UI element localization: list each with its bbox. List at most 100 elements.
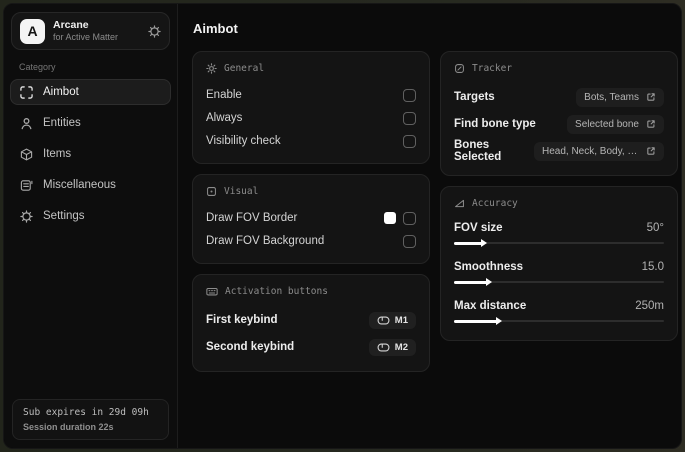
sub-expires-text: Sub expires in 29d 09h [23, 407, 149, 418]
second-keybind-button[interactable]: M2 [368, 338, 416, 356]
panel-title: General [224, 63, 265, 74]
page-title: Aimbot [193, 21, 238, 36]
setting-label: Bones Selected [454, 139, 502, 163]
setting-label: Draw FOV Border [206, 212, 298, 224]
general-panel-header: General [206, 63, 416, 74]
setting-row-draw-fov-background: Draw FOV Background [206, 230, 416, 252]
setting-label: Targets [454, 91, 495, 103]
sidebar: A Arcane for Active Matter Category Aimb… [4, 4, 178, 448]
sidebar-item-aimbot[interactable]: Aimbot [10, 79, 171, 105]
panel-title: Tracker [472, 63, 513, 74]
sidebar-item-entities[interactable]: Entities [10, 110, 171, 136]
app-logo: A [20, 18, 45, 44]
slider-value: 250m [635, 299, 664, 312]
tracker-row-targets: Targets Bots, Teams [454, 84, 664, 110]
setting-label: Max distance [454, 299, 527, 312]
keybind-value: M1 [394, 314, 408, 326]
targets-select[interactable]: Bots, Teams [576, 87, 664, 107]
app-subtitle: for Active Matter [53, 31, 119, 42]
select-value: Selected bone [575, 118, 639, 130]
left-column: General Enable Always Visibility check V… [192, 51, 430, 372]
setting-label: Enable [206, 89, 242, 101]
activation-panel-header: Activation buttons [206, 286, 416, 297]
mouse-icon [377, 316, 390, 325]
slider-thumb[interactable] [481, 239, 488, 247]
expand-icon [646, 146, 656, 156]
draw-fov-background-checkbox[interactable] [403, 234, 416, 248]
slider-row-smoothness: Smoothness 15.0 [454, 258, 664, 288]
draw-fov-border-checkbox[interactable] [403, 211, 416, 225]
keyboard-icon [206, 286, 218, 297]
tracker-row-find-bone-type: Find bone type Selected bone [454, 111, 664, 137]
setting-row-always: Always [206, 107, 416, 129]
keybind-row-second: Second keybind M2 [206, 334, 416, 360]
keybind-row-first: First keybind M1 [206, 307, 416, 333]
setting-label: Smoothness [454, 260, 524, 273]
person-icon [20, 117, 33, 130]
panel-title: Activation buttons [225, 286, 328, 297]
color-swatch[interactable] [384, 212, 396, 224]
setting-row-enable: Enable [206, 84, 416, 106]
slider-row-fov-size: FOV size 50° [454, 219, 664, 249]
setting-row-visibility-check: Visibility check [206, 130, 416, 152]
sidebar-item-label: Miscellaneous [43, 179, 116, 191]
accuracy-panel-header: Accuracy [454, 198, 664, 209]
slider-fill [454, 280, 488, 284]
slider-value: 15.0 [641, 260, 664, 273]
sun-icon [206, 63, 217, 74]
sidebar-item-label: Items [43, 148, 72, 160]
accuracy-panel: Accuracy FOV size 50° Smoothness 15.0 Ma… [440, 186, 678, 341]
main-content: Aimbot General Enable Always Visibility … [178, 4, 681, 448]
mouse-icon [377, 343, 390, 352]
sidebar-item-label: Aimbot [43, 86, 79, 98]
expand-icon [646, 92, 656, 102]
app-window: A Arcane for Active Matter Category Aimb… [3, 3, 682, 449]
select-value: Bots, Teams [584, 91, 639, 103]
setting-label: First keybind [206, 314, 278, 326]
visual-panel-header: Visual [206, 186, 416, 197]
app-header-card: A Arcane for Active Matter [11, 12, 170, 50]
general-panel: General Enable Always Visibility check [192, 51, 430, 164]
gear-icon [20, 209, 33, 223]
setting-label: Visibility check [206, 135, 281, 147]
slider-value: 50° [646, 221, 664, 234]
select-value: Head, Neck, Body, Pe... [542, 145, 639, 157]
cube-icon [20, 148, 33, 161]
slider-thumb[interactable] [485, 278, 492, 286]
find-bone-type-select[interactable]: Selected bone [567, 114, 664, 134]
tracker-panel-header: Tracker [454, 63, 664, 74]
slider-thumb[interactable] [496, 317, 503, 325]
app-name: Arcane [53, 19, 89, 32]
activation-buttons-panel: Activation buttons First keybind M1 Seco… [192, 274, 430, 372]
tracker-panel: Tracker Targets Bots, Teams Find bone ty… [440, 51, 678, 176]
expand-icon [646, 119, 656, 129]
setting-label: FOV size [454, 221, 503, 234]
enable-checkbox[interactable] [403, 88, 416, 102]
sidebar-item-miscellaneous[interactable]: Miscellaneous [10, 172, 171, 198]
session-duration-text: Session duration 22s [23, 422, 114, 432]
smoothness-slider[interactable] [454, 277, 664, 288]
slider-fill [454, 319, 499, 323]
setting-label: Draw FOV Background [206, 235, 325, 247]
setting-label: Always [206, 112, 243, 124]
visual-panel: Visual Draw FOV Border Draw FOV Backgrou… [192, 174, 430, 264]
first-keybind-button[interactable]: M1 [368, 311, 416, 329]
frame-icon [206, 186, 217, 197]
subscription-status-card: Sub expires in 29d 09h Session duration … [12, 399, 169, 440]
setting-label: Second keybind [206, 341, 295, 353]
visibility-check-checkbox[interactable] [403, 134, 416, 148]
gear-icon[interactable] [148, 24, 161, 38]
bones-selected-select[interactable]: Head, Neck, Body, Pe... [534, 141, 664, 161]
always-checkbox[interactable] [403, 111, 416, 125]
sidebar-item-items[interactable]: Items [10, 141, 171, 167]
setting-label: Find bone type [454, 118, 536, 130]
category-label: Category [19, 62, 56, 72]
triangle-ramp-icon [454, 198, 465, 209]
fov-size-slider[interactable] [454, 238, 664, 249]
keybind-value: M2 [394, 341, 408, 353]
sidebar-item-settings[interactable]: Settings [10, 203, 171, 229]
tracker-row-bones-selected: Bones Selected Head, Neck, Body, Pe... [454, 138, 664, 164]
panel-title: Accuracy [472, 198, 518, 209]
slider-row-max-distance: Max distance 250m [454, 297, 664, 327]
max-distance-slider[interactable] [454, 316, 664, 327]
